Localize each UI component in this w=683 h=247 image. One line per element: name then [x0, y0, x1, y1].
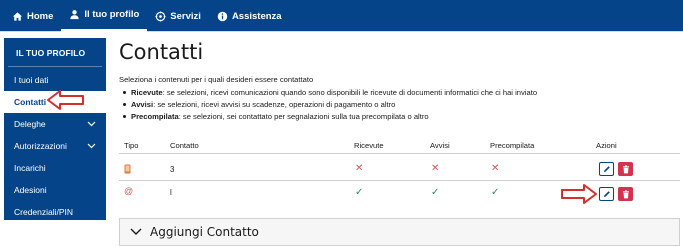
- sidebar-item-tuoi-dati[interactable]: I tuoi dati: [4, 69, 106, 91]
- sidebar-item-adesioni[interactable]: Adesioni: [4, 179, 106, 201]
- sidebar-title: IL TUO PROFILO: [16, 48, 86, 58]
- precompilata-off-icon: ✕: [491, 163, 500, 174]
- sidebar-item-label: Credenziali/PIN: [14, 207, 74, 217]
- sidebar-item-label: Autorizzazioni: [14, 141, 67, 151]
- info-icon: [217, 11, 228, 22]
- sidebar-item-credenziali[interactable]: Credenziali/PIN: [4, 201, 106, 223]
- sidebar-item-deleghe[interactable]: Deleghe: [4, 113, 106, 135]
- table-divider: [119, 153, 680, 154]
- nav-profile[interactable]: Il tuo profilo: [61, 0, 148, 32]
- annotation-arrow-right-icon: [561, 184, 597, 204]
- contact-value: 3: [170, 165, 175, 174]
- column-header-tipo: Tipo: [124, 141, 139, 150]
- sidebar-item-label: Deleghe: [14, 119, 46, 129]
- bullet-term: Avvisi: [131, 100, 154, 109]
- pencil-icon: [603, 166, 610, 172]
- annotation-arrow-left-icon: [47, 90, 84, 110]
- sidebar-item-incarichi[interactable]: Incarichi: [4, 157, 106, 179]
- sidebar-divider: [8, 66, 102, 67]
- column-header-contatto: Contatto: [170, 141, 199, 150]
- column-header-ricevute: Ricevute: [354, 141, 384, 150]
- at-icon: @: [124, 186, 134, 196]
- avvisi-off-icon: ✕: [431, 163, 440, 174]
- bullet-precompilata: Precompilata: se selezioni, sei contatta…: [123, 112, 429, 121]
- intro-text: Seleziona i contenuti per i quali deside…: [119, 75, 314, 84]
- accordion-label: Aggiungi Contatto: [150, 225, 259, 239]
- bullet-term: Precompilata: [131, 112, 179, 121]
- nav-home[interactable]: Home: [4, 0, 61, 32]
- chevron-down-icon: [87, 120, 96, 129]
- user-icon: [69, 9, 80, 20]
- phone-icon: [124, 164, 131, 176]
- bullet-avvisi: Avvisi: se selezioni, ricevi avvisi su s…: [122, 100, 396, 109]
- chevron-down-icon: [130, 228, 142, 235]
- ricevute-on-icon: ✓: [355, 187, 364, 198]
- page-title: Contatti: [119, 40, 204, 64]
- precompilata-on-icon: ✓: [491, 187, 500, 198]
- bullet-ricevute: Ricevute: se selezioni, ricevi comunicaz…: [122, 88, 538, 97]
- contact-value: l: [170, 188, 172, 197]
- delete-button[interactable]: [618, 162, 633, 176]
- bullet-text: : se selezioni, ricevi avvisi su scadenz…: [153, 100, 396, 109]
- edit-button[interactable]: [599, 162, 614, 176]
- column-header-avvisi: Avvisi: [430, 141, 450, 150]
- sidebar-item-autorizzazioni[interactable]: Autorizzazioni: [4, 135, 106, 157]
- profile-sidebar: IL TUO PROFILO I tuoi dati Contatti Dele…: [4, 38, 106, 220]
- bullet-text: : se selezioni, ricevi comunicazioni qua…: [162, 88, 538, 97]
- nav-profile-label: Il tuo profilo: [84, 9, 140, 20]
- trash-icon: [622, 189, 629, 198]
- column-header-azioni: Azioni: [596, 141, 617, 150]
- column-header-precompilata: Precompilata: [490, 141, 535, 150]
- ricevute-off-icon: ✕: [355, 163, 364, 174]
- pencil-icon: [603, 191, 610, 197]
- bullet-text: : se selezioni, sei contattato per segna…: [178, 112, 429, 121]
- sidebar-item-label: I tuoi dati: [14, 75, 49, 85]
- sidebar-item-label: Contatti: [14, 97, 47, 107]
- add-contact-accordion[interactable]: Aggiungi Contatto: [119, 218, 680, 246]
- nav-home-label: Home: [27, 10, 54, 22]
- edit-button[interactable]: [599, 187, 614, 201]
- services-icon: [155, 10, 166, 22]
- sidebar-item-label: Incarichi: [14, 163, 46, 173]
- chevron-down-icon: [87, 142, 96, 151]
- trash-icon: [622, 164, 629, 173]
- home-icon: [12, 11, 23, 22]
- nav-assistance[interactable]: Assistenza: [209, 0, 290, 32]
- delete-button[interactable]: [618, 187, 633, 201]
- table-divider: [119, 180, 680, 181]
- nav-assistance-label: Assistenza: [231, 10, 282, 22]
- sidebar-item-label: Adesioni: [14, 185, 47, 195]
- avvisi-on-icon: ✓: [431, 187, 440, 198]
- bullet-term: Ricevute: [131, 88, 163, 97]
- nav-services-label: Servizi: [170, 10, 201, 22]
- nav-services[interactable]: Servizi: [147, 0, 209, 32]
- top-navigation-bar: Home Il tuo profilo Servizi Assistenza: [0, 0, 683, 32]
